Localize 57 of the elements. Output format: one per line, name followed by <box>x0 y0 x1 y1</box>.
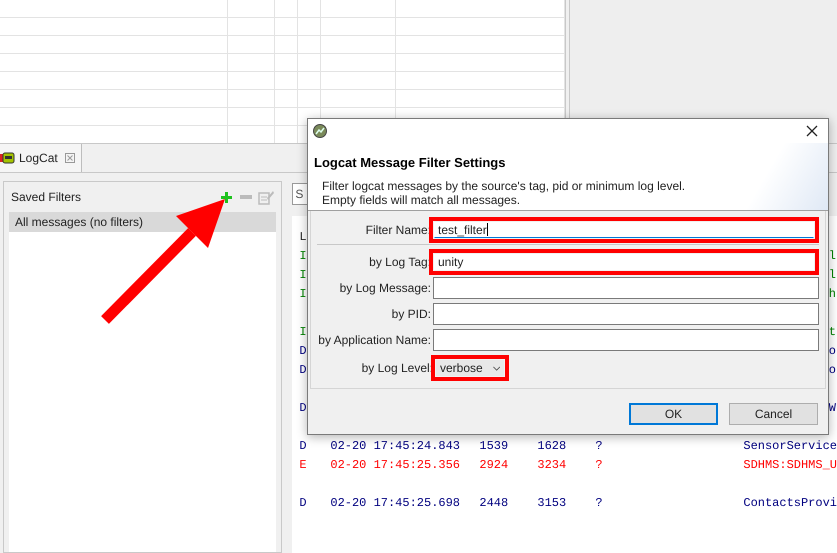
log-level: I <box>298 266 308 284</box>
dialog-button[interactable]: OK <box>629 402 718 424</box>
log-text: l <box>828 266 837 284</box>
field-label: Filter Name: <box>364 222 432 238</box>
text-field[interactable]: unity <box>434 254 814 270</box>
column-header: L <box>299 228 307 246</box>
log-time: 02-20 17:45:24.843 <box>330 438 461 454</box>
app-icon <box>313 124 327 138</box>
log-app: ? <box>595 456 604 474</box>
text-field[interactable]: test_filter <box>434 222 814 238</box>
log-tag: SensorService <box>743 436 837 454</box>
dialog-button[interactable]: Cancel <box>729 402 818 424</box>
log-level: D <box>298 494 308 512</box>
log-text: o <box>828 342 837 360</box>
dialog-description: Empty fields will match all messages. <box>322 192 522 206</box>
dialog-description: Filter logcat messages by the source's tag, pid or minimum log level. <box>322 178 686 192</box>
field-label: by Log Tag: <box>368 254 432 271</box>
log-text: t <box>828 324 837 340</box>
log-tag: SDHMS:SDHMS_U <box>743 456 837 474</box>
log-level: D <box>298 400 308 416</box>
android-icon <box>0 152 15 164</box>
log-text: h <box>828 286 837 302</box>
log-level: I <box>298 286 308 302</box>
log-level: E <box>298 456 308 474</box>
log-time: 02-20 17:45:25.698 <box>330 494 461 512</box>
panel-title: Saved Filters <box>11 189 82 206</box>
log-app: ? <box>595 438 604 454</box>
text-field[interactable] <box>433 303 819 325</box>
log-level: D <box>298 342 308 360</box>
log-text: l <box>828 248 837 264</box>
log-text: W <box>828 400 837 416</box>
log-pid: 1539 <box>479 438 510 454</box>
logcat-tab[interactable]: LogCat <box>0 144 82 172</box>
log-level: I <box>298 248 308 264</box>
log-pid: 2924 <box>479 456 510 474</box>
text-field[interactable] <box>433 277 819 299</box>
log-level: D <box>298 362 308 378</box>
field-label: by Log Level: <box>360 360 433 377</box>
log-level: I <box>298 324 308 340</box>
log-tid: 3234 <box>537 456 568 474</box>
close-icon[interactable] <box>806 125 818 137</box>
add-icon[interactable] <box>221 192 232 202</box>
field-label: by PID: <box>390 306 432 323</box>
chevron-down-icon <box>492 366 500 370</box>
field-label: by Log Message: <box>338 280 432 297</box>
log-app: ? <box>595 494 604 512</box>
dialog-heading: Logcat Message Filter Settings <box>314 154 506 172</box>
log-tid: 3153 <box>537 494 568 512</box>
field-label: by Application Name: <box>317 332 432 349</box>
log-pid: 2448 <box>479 494 510 512</box>
log-tid: 1628 <box>537 438 568 454</box>
log-level: D <box>298 438 308 454</box>
text-field[interactable] <box>433 329 819 351</box>
log-tag: ContactsProvi <box>743 494 837 512</box>
log-time: 02-20 17:45:25.356 <box>330 456 461 474</box>
log-level-dropdown[interactable]: verbose <box>436 360 504 376</box>
log-text: o <box>828 362 837 378</box>
